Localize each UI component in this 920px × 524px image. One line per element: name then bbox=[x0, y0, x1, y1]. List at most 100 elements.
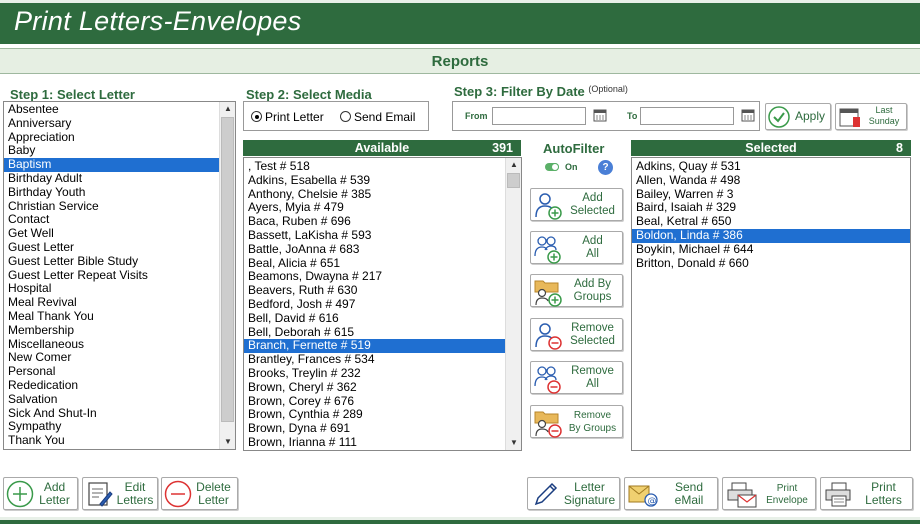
to-date-input[interactable] bbox=[640, 107, 734, 125]
calendar-icon[interactable] bbox=[593, 108, 607, 122]
scroll-thumb[interactable] bbox=[507, 173, 520, 188]
delete-letter-button[interactable]: Delete Letter bbox=[161, 477, 238, 510]
autofilter-title: AutoFilter bbox=[543, 141, 605, 156]
print-letters-button[interactable]: Print Letters bbox=[820, 477, 913, 510]
list-item[interactable]: Guest Letter bbox=[4, 240, 235, 255]
list-item[interactable]: Brown, Cynthia # 289 bbox=[244, 408, 521, 422]
remove-selected-button[interactable]: Remove Selected bbox=[530, 318, 623, 351]
list-item[interactable]: Get Well bbox=[4, 226, 235, 241]
list-item[interactable]: Anniversary bbox=[4, 116, 235, 131]
list-item[interactable]: Christian Service bbox=[4, 199, 235, 214]
list-item[interactable]: Guest Letter Repeat Visits bbox=[4, 268, 235, 283]
selected-list[interactable]: Adkins, Quay # 531 Allen, Wanda # 498 Bail… bbox=[631, 157, 911, 451]
print-letter-radio[interactable]: Print Letter bbox=[251, 110, 324, 124]
list-item[interactable]: Brown, Irianna # 111 bbox=[244, 435, 521, 450]
list-item[interactable]: Beal, Ketral # 650 bbox=[632, 214, 910, 229]
scroll-down-icon[interactable]: ▼ bbox=[506, 436, 521, 450]
list-item[interactable]: Branch, Fernette # 519 bbox=[244, 339, 521, 354]
add-all-label: Add All bbox=[582, 235, 603, 260]
list-item[interactable]: Adkins, Esabella # 539 bbox=[244, 173, 521, 188]
autofilter-toggle[interactable] bbox=[545, 163, 559, 171]
available-scrollbar[interactable]: ▲ ▼ bbox=[505, 158, 521, 450]
last-sunday-button[interactable]: Last Sunday bbox=[835, 103, 907, 130]
list-item[interactable]: Sympathy bbox=[4, 420, 235, 434]
list-item[interactable]: Birthday Youth bbox=[4, 185, 235, 200]
pen-icon bbox=[534, 482, 558, 506]
scroll-thumb[interactable] bbox=[221, 117, 234, 422]
list-item[interactable]: Personal bbox=[4, 364, 235, 379]
available-title: Available bbox=[354, 141, 410, 155]
help-icon[interactable]: ? bbox=[598, 160, 613, 175]
list-item[interactable]: Guest Letter Bible Study bbox=[4, 254, 235, 269]
letters-list[interactable]: Absentee Anniversary Appreciation Baby Bapti… bbox=[3, 101, 236, 450]
svg-text:@: @ bbox=[648, 497, 657, 507]
list-item[interactable]: Boykin, Michael # 644 bbox=[632, 242, 910, 257]
list-item[interactable]: Membership bbox=[4, 323, 235, 338]
list-item[interactable]: Brantley, Frances # 534 bbox=[244, 352, 521, 367]
add-all-button[interactable]: Add All bbox=[530, 231, 623, 264]
list-item[interactable]: Brown, Dyna # 691 bbox=[244, 421, 521, 436]
list-item[interactable]: Rededication bbox=[4, 378, 235, 393]
list-item[interactable]: Ayers, Myia # 479 bbox=[244, 201, 521, 215]
apply-button[interactable]: Apply bbox=[765, 103, 831, 130]
list-item[interactable]: New Comer bbox=[4, 351, 235, 365]
calendar-icon[interactable] bbox=[741, 108, 755, 122]
apply-label: Apply bbox=[794, 109, 826, 123]
send-email-label: Send eMail bbox=[674, 480, 704, 507]
last-sunday-line2: Sunday bbox=[868, 116, 900, 126]
send-email-button[interactable]: @ Send eMail bbox=[624, 477, 718, 510]
list-item[interactable]: Allen, Wanda # 498 bbox=[632, 173, 910, 188]
letters-scrollbar[interactable]: ▲ ▼ bbox=[219, 102, 235, 449]
list-item[interactable]: Bailey, Warren # 3 bbox=[632, 187, 910, 202]
list-item[interactable]: Thank You bbox=[4, 433, 235, 448]
list-item[interactable]: Boldon, Linda # 386 bbox=[632, 228, 910, 243]
list-item[interactable]: Anthony, Chelsie # 385 bbox=[244, 187, 521, 202]
list-item[interactable]: Beavers, Ruth # 630 bbox=[244, 283, 521, 298]
scroll-down-icon[interactable]: ▼ bbox=[220, 435, 235, 449]
edit-document-icon bbox=[88, 482, 113, 507]
selected-header: Selected 8 bbox=[631, 140, 911, 156]
list-item[interactable]: Brown, Cheryl # 362 bbox=[244, 380, 521, 395]
list-item[interactable]: Bassett, LaKisha # 593 bbox=[244, 228, 521, 243]
list-item[interactable]: Baca, Ruben # 696 bbox=[244, 214, 521, 229]
add-selected-button[interactable]: Add Selected bbox=[530, 188, 623, 221]
list-item[interactable]: Brown, Corey # 676 bbox=[244, 394, 521, 409]
list-item[interactable]: Absentee bbox=[4, 102, 235, 117]
list-item[interactable]: Brooks, Treylin # 232 bbox=[244, 366, 521, 381]
list-item[interactable]: Battle, JoAnna # 683 bbox=[244, 242, 521, 257]
list-item[interactable]: Britton, Donald # 660 bbox=[632, 256, 910, 271]
list-item[interactable]: Contact bbox=[4, 213, 235, 227]
list-item[interactable]: Bell, David # 616 bbox=[244, 311, 521, 326]
list-item[interactable]: Adkins, Quay # 531 bbox=[632, 159, 910, 174]
from-date-input[interactable] bbox=[492, 107, 586, 125]
list-item[interactable]: Meal Revival bbox=[4, 295, 235, 310]
available-list[interactable]: , Test # 518 Adkins, Esabella # 539 Anthon… bbox=[243, 157, 522, 451]
list-item[interactable]: Bedford, Josh # 497 bbox=[244, 297, 521, 312]
print-envelope-button[interactable]: Print Envelope bbox=[722, 477, 816, 510]
list-item[interactable]: Hospital bbox=[4, 282, 235, 296]
list-item[interactable]: Birthday Adult bbox=[4, 171, 235, 186]
list-item[interactable]: Baird, Isaiah # 329 bbox=[632, 201, 910, 215]
list-item[interactable]: Baby bbox=[4, 144, 235, 158]
list-item[interactable]: Beal, Alicia # 651 bbox=[244, 256, 521, 271]
list-item[interactable]: Salvation bbox=[4, 392, 235, 407]
list-item[interactable]: Baptism bbox=[4, 157, 235, 172]
list-item[interactable]: Sick And Shut-In bbox=[4, 406, 235, 421]
list-item[interactable]: Beamons, Dwayna # 217 bbox=[244, 270, 521, 284]
print-letter-label: Print Letter bbox=[265, 110, 324, 124]
remove-all-button[interactable]: Remove All bbox=[530, 361, 623, 394]
add-letter-button[interactable]: Add Letter bbox=[3, 477, 78, 510]
send-email-radio[interactable]: Send Email bbox=[340, 110, 415, 124]
letter-signature-button[interactable]: Letter Signature bbox=[527, 477, 620, 510]
remove-by-groups-button[interactable]: Remove By Groups bbox=[530, 405, 623, 438]
edit-letters-button[interactable]: Edit Letters bbox=[82, 477, 158, 510]
list-item[interactable]: Meal Thank You bbox=[4, 309, 235, 324]
list-item[interactable]: , Test # 518 bbox=[244, 159, 521, 174]
scroll-up-icon[interactable]: ▲ bbox=[220, 102, 235, 116]
list-item[interactable]: Miscellaneous bbox=[4, 337, 235, 352]
print-letters-label: Print Letters bbox=[865, 480, 902, 507]
list-item[interactable]: Appreciation bbox=[4, 130, 235, 145]
add-by-groups-button[interactable]: Add By Groups bbox=[530, 274, 623, 307]
scroll-up-icon[interactable]: ▲ bbox=[506, 158, 521, 172]
list-item[interactable]: Bell, Deborah # 615 bbox=[244, 325, 521, 340]
